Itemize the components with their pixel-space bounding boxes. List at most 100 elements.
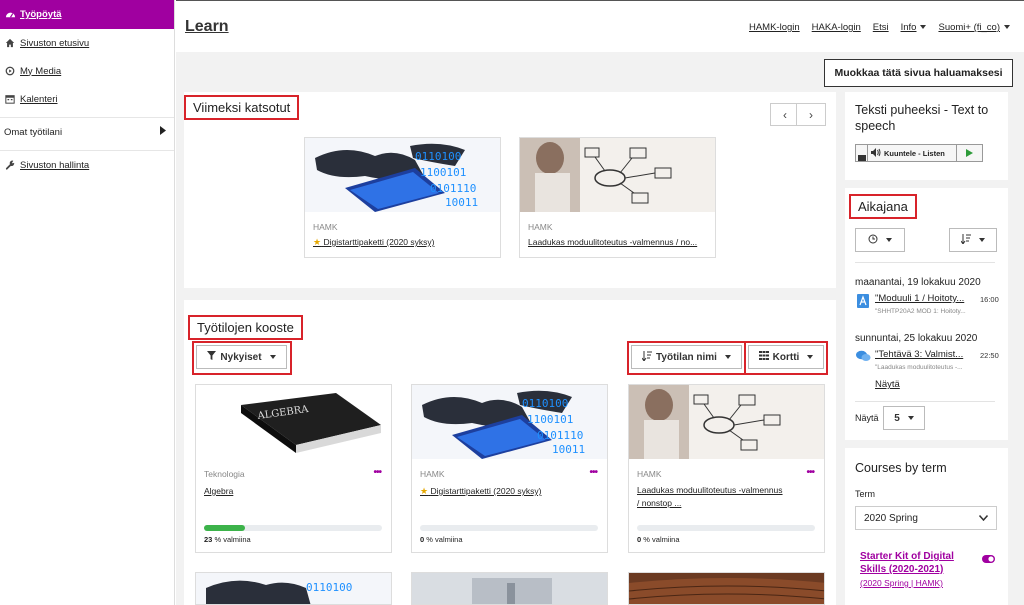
term-label: Term xyxy=(855,489,875,499)
course-category: HAMK xyxy=(637,469,662,479)
sort-icon xyxy=(960,233,971,247)
svg-text:10011: 10011 xyxy=(552,443,585,456)
timeline-event-time: 16:00 xyxy=(980,295,999,304)
chevron-left-icon: ‹ xyxy=(783,107,787,122)
timeline-event-course: "Laadukas moduulitoteutus -... xyxy=(875,364,963,371)
recent-course-card[interactable]: 0110100 1100101 0101110 10011 HAMK ★ Dig… xyxy=(304,137,501,258)
view-value: Kortti xyxy=(772,351,800,363)
course-card[interactable] xyxy=(411,572,608,605)
filter-icon xyxy=(207,351,217,363)
timeline-sort-dropdown[interactable] xyxy=(949,228,997,252)
sidebar-item-label: Kalenteri xyxy=(20,93,58,105)
course-name: Digistarttipaketti (2020 syksy) xyxy=(430,486,542,496)
more-actions-icon[interactable]: ••• xyxy=(373,467,381,478)
course-name-link[interactable]: Algebra xyxy=(204,486,233,496)
progress-text: 0 % valmiina xyxy=(420,535,463,544)
search-link[interactable]: Etsi xyxy=(873,22,889,33)
more-actions-icon[interactable]: ••• xyxy=(806,467,814,478)
tts-listen-label: Kuuntele - Listen xyxy=(884,148,945,158)
course-category: HAMK xyxy=(528,222,553,232)
timeline-divider xyxy=(855,262,995,263)
timeline-divider xyxy=(855,401,995,402)
svg-text:10011: 10011 xyxy=(445,196,478,209)
course-card[interactable]: 0110100 1100101 0101110 10011 HAMK ••• ★… xyxy=(411,384,608,553)
course-name-link[interactable]: ★ Digistarttipaketti (2020 syksy) xyxy=(313,237,434,248)
info-menu[interactable]: Info xyxy=(901,22,927,33)
more-actions-icon[interactable]: ••• xyxy=(589,467,597,478)
course-link-cont[interactable]: Skills (2020-2021) xyxy=(860,564,943,575)
site-brand[interactable]: Learn xyxy=(185,18,229,36)
timeline-filter-dropdown[interactable] xyxy=(855,228,905,252)
timeline-event-time: 22:50 xyxy=(980,351,999,360)
sidebar-item-my-workspaces[interactable]: Omat työtilani xyxy=(0,118,174,146)
course-name-link[interactable]: ★ Digistarttipaketti (2020 syksy) xyxy=(420,486,541,497)
course-name-link-cont[interactable]: / nonstop ... xyxy=(637,498,681,508)
course-overview-title: Työtilojen kooste xyxy=(188,315,303,340)
course-image-data: 0110100 xyxy=(196,573,391,604)
wrench-icon xyxy=(4,159,16,171)
course-image-data: 0110100 1100101 0101110 10011 xyxy=(305,138,500,212)
progress-label: % valmiina xyxy=(426,535,463,544)
show-more-link[interactable]: Näytä xyxy=(875,379,900,390)
next-button[interactable]: › xyxy=(796,103,826,126)
sidebar-item-label: My Media xyxy=(20,65,62,77)
show-count-dropdown[interactable]: 5 xyxy=(883,406,925,430)
filter-dropdown[interactable]: Nykyiset xyxy=(196,345,287,369)
courses-by-term-title: Courses by term xyxy=(855,461,947,475)
caret-down-icon xyxy=(979,238,985,242)
customise-page-button[interactable]: Muokkaa tätä sivua haluamaksesi xyxy=(824,59,1013,87)
term-select-value: 2020 Spring xyxy=(864,512,918,524)
course-name-link[interactable]: Laadukas moduulitoteutus -valmennus / no… xyxy=(528,237,697,247)
course-card[interactable]: HAMK ••• Laadukas moduulitoteutus -valme… xyxy=(628,384,825,553)
chevron-right-icon xyxy=(160,126,166,138)
course-term-link[interactable]: (2020 Spring | HAMK) xyxy=(860,578,943,588)
term-select[interactable]: 2020 Spring xyxy=(855,506,997,530)
sidebar-item-home[interactable]: Sivuston etusivu xyxy=(0,29,174,57)
progress-bar xyxy=(637,525,815,531)
view-dropdown[interactable]: Kortti xyxy=(748,345,824,369)
calendar-icon xyxy=(4,93,16,105)
chevron-right-icon: › xyxy=(809,107,813,122)
sort-icon xyxy=(641,350,653,364)
sort-dropdown[interactable]: Työtilan nimi xyxy=(631,345,742,369)
top-links: HAMK-login HAKA-login Etsi Info Suomi+ (… xyxy=(749,22,1010,33)
svg-text:0110100: 0110100 xyxy=(522,397,568,410)
svg-text:0101110: 0101110 xyxy=(430,182,476,195)
recent-course-card[interactable]: HAMK Laadukas moduulitoteutus -valmennus… xyxy=(519,137,716,258)
recent-items-title: Viimeksi katsotut xyxy=(184,95,300,120)
course-link[interactable]: Starter Kit of Digital xyxy=(860,551,954,562)
course-name-link[interactable]: Laadukas moduulitoteutus -valmennus xyxy=(637,485,783,495)
tts-listen-button[interactable]: Kuuntele - Listen xyxy=(855,144,983,162)
sidebar-item-site-admin[interactable]: Sivuston hallinta xyxy=(0,151,174,179)
caret-down-icon xyxy=(886,238,892,242)
sidebar-item-my-media[interactable]: My Media xyxy=(0,57,174,85)
progress-label: % valmiina xyxy=(214,535,251,544)
caret-down-icon xyxy=(724,355,731,359)
svg-text:0101110: 0101110 xyxy=(537,429,583,442)
sidebar-item-calendar[interactable]: Kalenteri xyxy=(0,85,174,113)
home-icon xyxy=(4,37,16,49)
toggle-icon[interactable] xyxy=(982,554,995,566)
svg-text:0110100: 0110100 xyxy=(415,150,461,163)
haka-login-link[interactable]: HAKA-login xyxy=(812,22,861,33)
timeline-event-link[interactable]: "Tehtävä 3: Valmist... xyxy=(875,349,975,360)
caret-down-icon xyxy=(807,355,814,359)
timeline-event-link[interactable]: "Moduuli 1 / Hoitoty... xyxy=(875,293,975,304)
recent-items-block xyxy=(184,92,836,288)
sidebar-item-dashboard[interactable]: Työpöytä xyxy=(0,0,174,29)
caret-down-icon xyxy=(1004,25,1010,30)
tts-title: Teksti puheeksi - Text to speech xyxy=(855,103,989,133)
course-card[interactable]: ALGEBRA Teknologia ••• Algebra 23 % valm… xyxy=(195,384,392,553)
clock-icon xyxy=(868,234,878,247)
sidebar-item-label: Omat työtilani xyxy=(4,126,63,138)
language-menu[interactable]: Suomi+ (fi_co) xyxy=(938,22,1010,33)
course-card[interactable] xyxy=(628,572,825,605)
hamk-login-link[interactable]: HAMK-login xyxy=(749,22,800,33)
course-category: Teknologia xyxy=(204,469,245,479)
play-icon[interactable] xyxy=(956,145,982,161)
course-card[interactable]: 0110100 xyxy=(195,572,392,605)
progress-fill xyxy=(204,525,245,531)
assignment-icon xyxy=(857,294,869,311)
timeline-date: maanantai, 19 lokakuu 2020 xyxy=(855,277,981,288)
info-menu-label: Info xyxy=(900,22,917,33)
